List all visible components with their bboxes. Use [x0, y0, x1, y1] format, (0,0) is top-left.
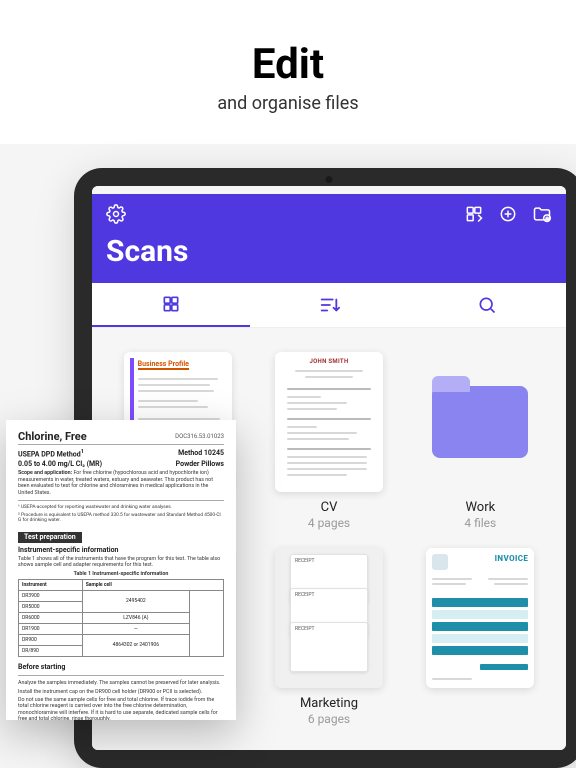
folder-thumbnail — [426, 352, 534, 492]
folder-item[interactable]: Work 4 files — [411, 352, 550, 530]
file-name: CV — [321, 500, 338, 515]
appbar-icon-row — [106, 204, 552, 224]
folder-icon — [432, 386, 528, 458]
gear-icon[interactable] — [106, 204, 126, 224]
overlay-table: InstrumentSample cell DR39002495402 DR50… — [18, 579, 224, 657]
hero: Edit and organise files — [0, 0, 576, 144]
select-icon[interactable] — [464, 204, 484, 224]
overlay-format: Powder Pillows — [176, 460, 224, 468]
overlay-footnote: ¹ USEPA-accepted for reporting wastewate… — [18, 505, 224, 511]
tab-sort[interactable] — [250, 283, 408, 327]
thumb-bp-title: Business Profile — [138, 360, 189, 370]
tab-search[interactable] — [408, 283, 566, 327]
new-folder-icon[interactable] — [532, 204, 552, 224]
document-preview-overlay[interactable]: Chlorine, Free DOC316.53.01023 USEPA DPD… — [6, 420, 236, 720]
hero-subtitle: and organise files — [0, 93, 576, 114]
file-meta: 4 files — [464, 516, 496, 530]
overlay-method-right: Method 10245 — [178, 449, 224, 459]
file-item[interactable]: INVOICE — [411, 548, 550, 726]
overlay-method-left: USEPA DPD Method1 — [18, 449, 84, 459]
overlay-table-caption: Table 1 Instrument-specific information — [18, 571, 224, 577]
app-title: Scans — [106, 234, 552, 269]
file-thumbnail: INVOICE — [426, 548, 534, 688]
file-thumbnail: JOHN SMITH — [275, 352, 383, 492]
overlay-subsection: Before starting — [18, 663, 224, 671]
tab-grid[interactable] — [92, 283, 250, 327]
overlay-footnote: ² Procedure is equivalent to USEPA metho… — [18, 513, 224, 525]
hero-title: Edit — [0, 40, 576, 89]
file-name: Work — [465, 500, 495, 515]
file-thumbnail: RECEIPT RECEIPT RECEIPT — [275, 548, 383, 688]
file-item[interactable]: JOHN SMITH CV — [259, 352, 398, 530]
thumb-invoice-title: INVOICE — [495, 554, 529, 563]
file-meta: 4 pages — [308, 516, 350, 530]
status-bar — [92, 186, 566, 194]
thumb-cv-name: JOHN SMITH — [275, 358, 383, 365]
file-meta: 6 pages — [308, 712, 350, 726]
overlay-scope: Scope and application: For free chlorine… — [18, 470, 224, 495]
overlay-section-heading: Test preparation — [18, 532, 82, 542]
tab-bar — [92, 283, 566, 328]
overlay-subsection: Instrument-specific information — [18, 546, 224, 554]
overlay-range: 0.05 to 4.00 mg/L Cl₂ (MR) — [18, 460, 102, 468]
app-bar: Scans — [92, 194, 566, 283]
file-item[interactable]: RECEIPT RECEIPT RECEIPT Marketing 6 page… — [259, 548, 398, 726]
file-name: Marketing — [300, 696, 358, 711]
cloud-icon[interactable] — [498, 204, 518, 224]
